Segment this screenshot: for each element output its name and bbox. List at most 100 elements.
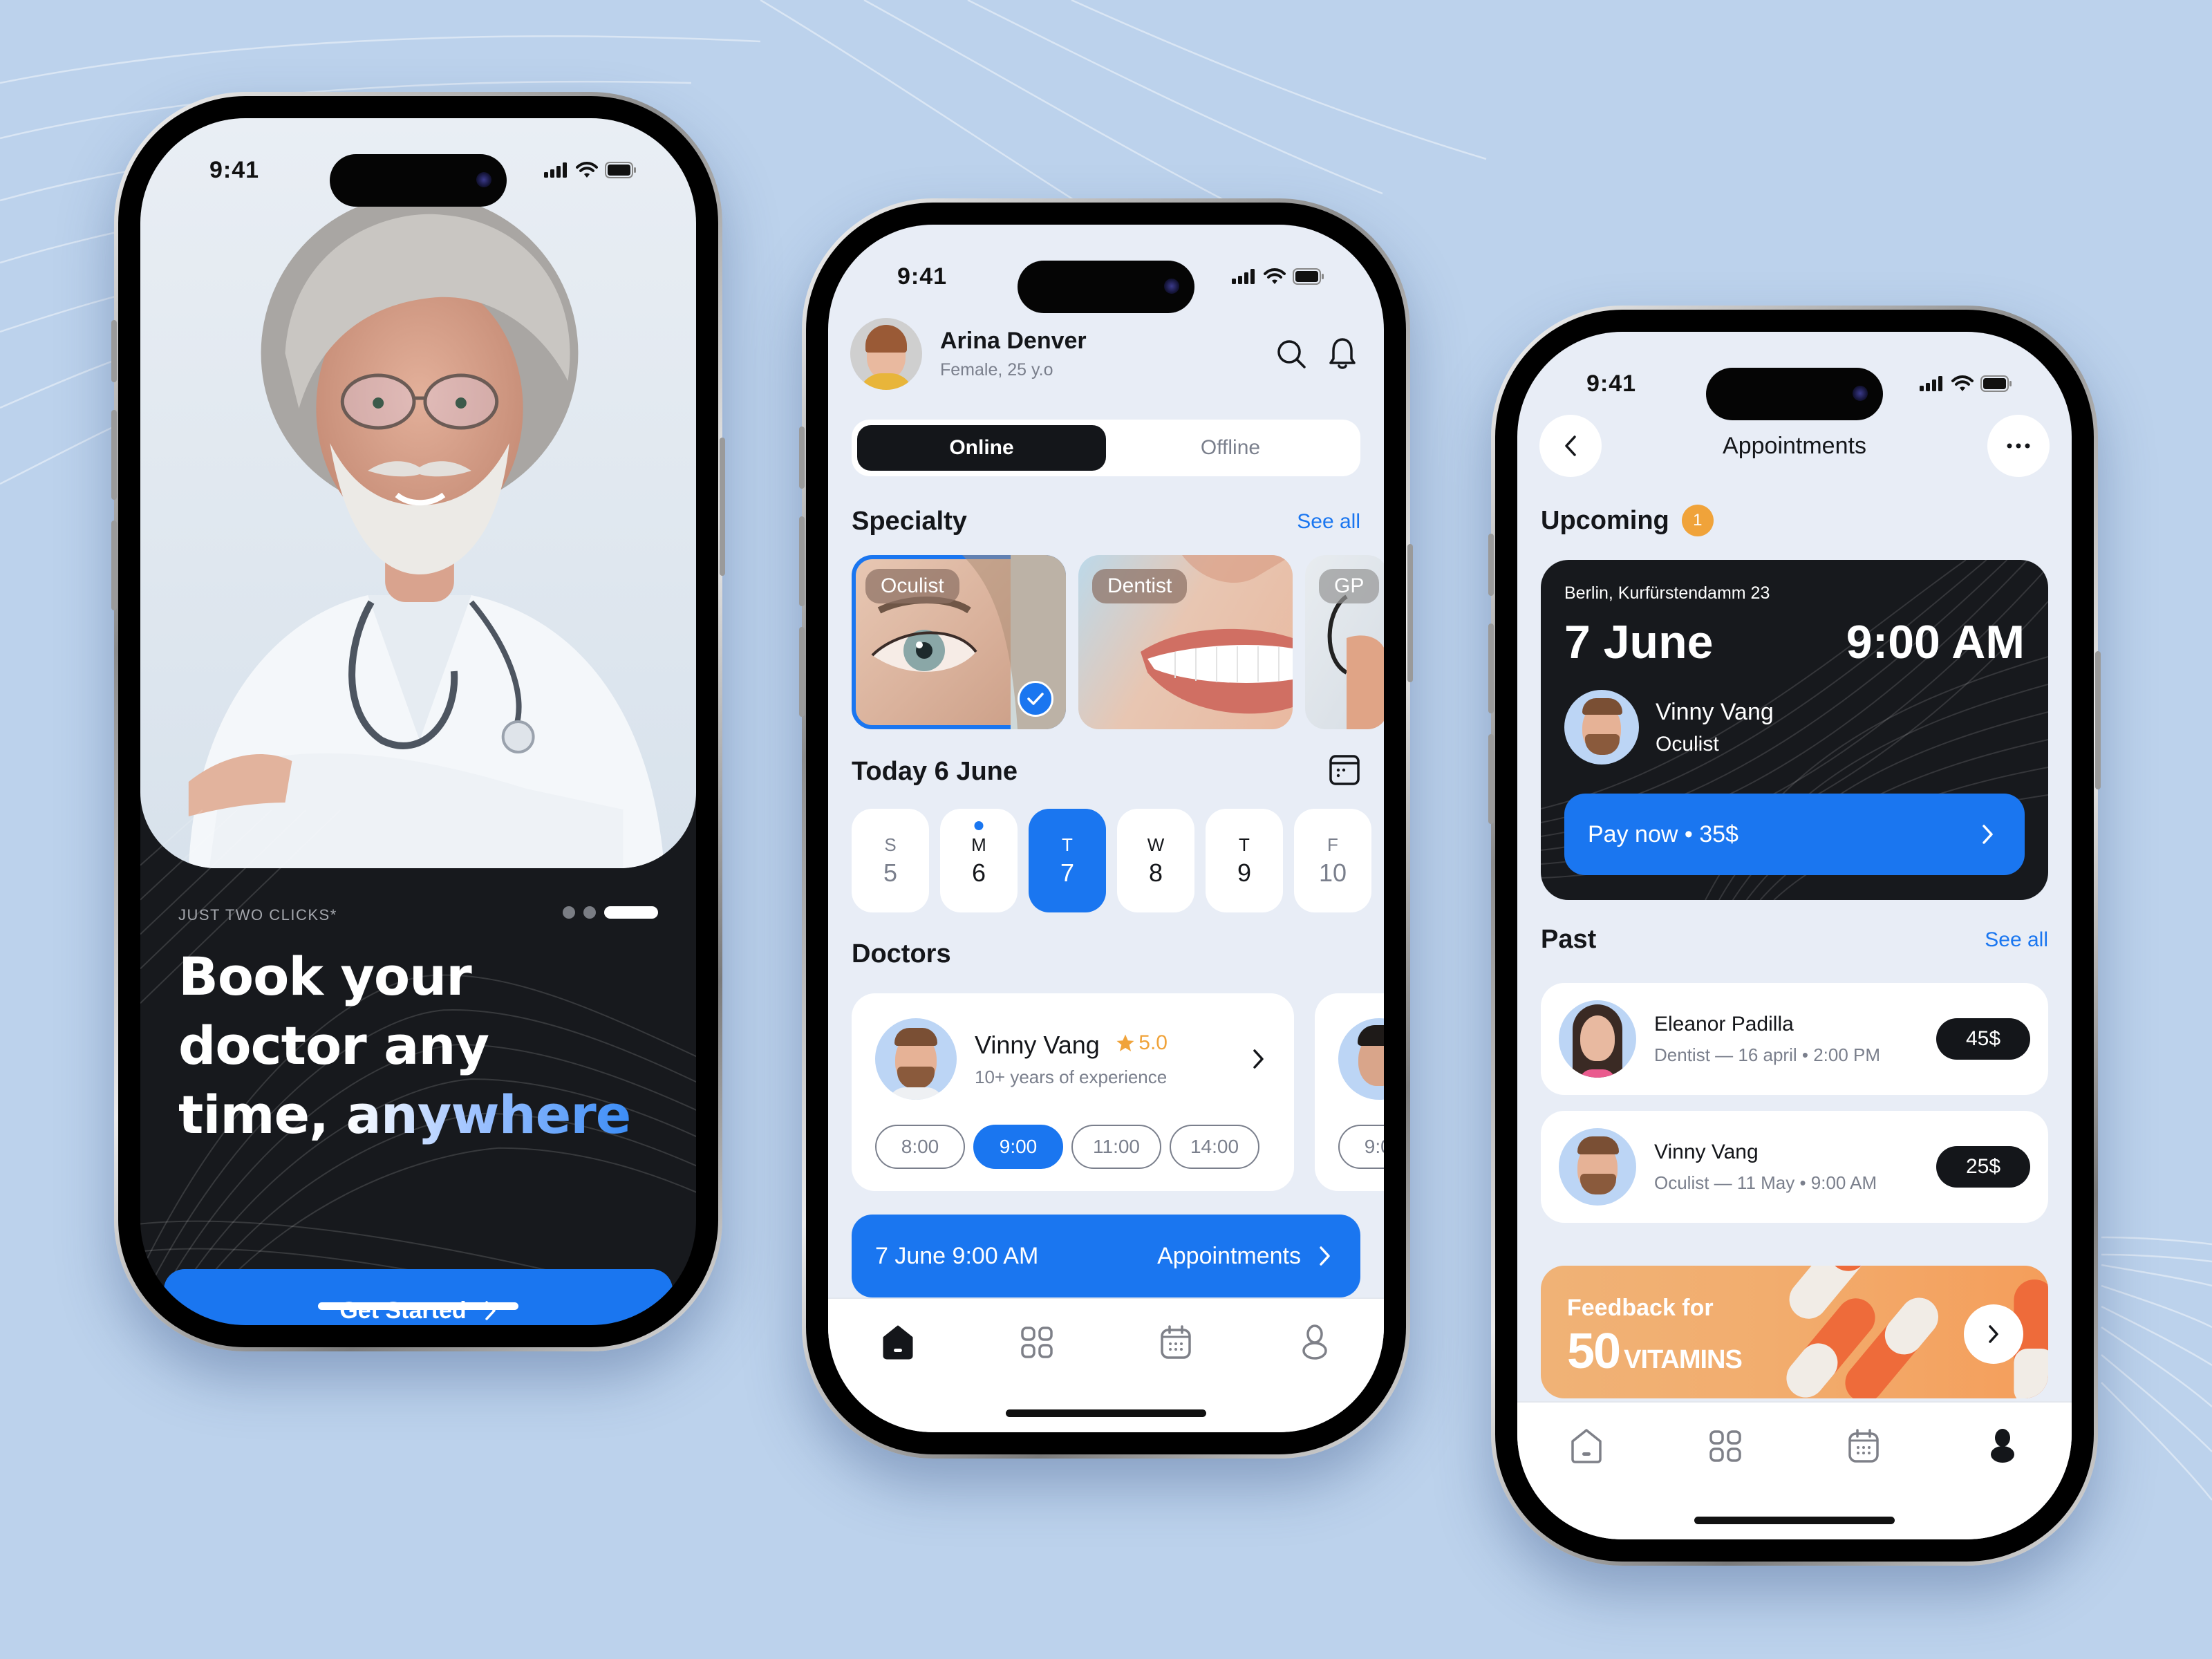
time-slot[interactable]: 11:00 — [1071, 1125, 1161, 1169]
page-indicator[interactable] — [563, 906, 658, 919]
upcoming-count-badge: 1 — [1681, 505, 1714, 536]
tab-profile[interactable] — [1978, 1422, 2027, 1470]
page-dot-active[interactable] — [604, 906, 658, 919]
doctor-avatar — [1559, 1000, 1636, 1078]
get-started-button[interactable]: Get Started — [164, 1269, 673, 1325]
promo-open-button[interactable] — [1964, 1304, 2023, 1364]
avatar-hair — [1358, 1025, 1384, 1046]
bell-icon — [1329, 338, 1356, 369]
specialty-see-all-link[interactable]: See all — [1297, 510, 1360, 534]
time-slots: 8:00 9:00 11:00 14:00 — [875, 1125, 1259, 1169]
specialty-card-gp[interactable]: GP — [1305, 555, 1384, 729]
day-item[interactable]: F 10 — [1294, 809, 1371, 912]
phone-onboarding: 9:41 JUST TWO CLICKS* Book your doctor a… — [111, 92, 725, 1351]
user-name: Arina Denver — [940, 328, 1087, 354]
tab-calendar[interactable] — [1152, 1318, 1200, 1367]
day-item-selected[interactable]: T 7 — [1029, 809, 1106, 912]
tab-home[interactable] — [874, 1318, 922, 1367]
headline-line: doctor any — [178, 1015, 489, 1076]
calendar-icon — [1160, 1325, 1191, 1359]
tab-home[interactable] — [1562, 1422, 1611, 1470]
dynamic-island — [1018, 261, 1194, 313]
power-button — [720, 438, 725, 576]
notifications-button[interactable] — [1322, 333, 1363, 375]
day-item[interactable]: T 9 — [1206, 809, 1283, 912]
doctor-hero-photo — [140, 118, 696, 868]
tab-calendar[interactable] — [1839, 1422, 1888, 1470]
specialty-title: Specialty — [852, 507, 967, 536]
appointment-date: 7 June — [1564, 616, 1714, 668]
profile-icon — [1302, 1324, 1327, 1360]
home-indicator[interactable] — [1006, 1409, 1206, 1417]
calendar-title: Today 6 June — [852, 757, 1018, 786]
user-avatar[interactable] — [850, 318, 922, 390]
doctor-card[interactable]: Vinny Vang 5.0 10+ years of experience 8… — [852, 993, 1294, 1191]
tab-services[interactable] — [1013, 1318, 1061, 1367]
past-appointment-item[interactable]: Eleanor Padilla Dentist — 16 april • 2:0… — [1541, 983, 2048, 1095]
wifi-icon — [1264, 268, 1286, 284]
avatar-hair — [1577, 1136, 1619, 1154]
side-button — [111, 320, 117, 382]
promo-number: 50 — [1567, 1324, 1621, 1379]
upcoming-appointment-card[interactable]: Berlin, Kurfürstendamm 23 7 June 9:00 AM… — [1541, 560, 2048, 900]
vitamins-promo-banner[interactable]: Feedback for 50 VITAMINS — [1541, 1266, 2048, 1398]
specialty-card-oculist[interactable]: Oculist — [852, 555, 1066, 729]
price-badge: 25$ — [1936, 1146, 2030, 1188]
doctor-avatar — [875, 1018, 957, 1100]
headline-text: time, — [178, 1084, 346, 1145]
booking-summary: 7 June 9:00 AM — [875, 1242, 1039, 1269]
day-item[interactable]: M 6 — [940, 809, 1018, 912]
day-of-week: T — [1062, 834, 1073, 855]
promo-text: Feedback for 50 VITAMINS — [1567, 1295, 1743, 1380]
doctor-avatar — [1559, 1128, 1636, 1206]
past-appointment-item[interactable]: Vinny Vang Oculist — 11 May • 9:00 AM 25… — [1541, 1111, 2048, 1223]
avatar-coat — [888, 1087, 944, 1100]
chevron-right-icon[interactable] — [1253, 1049, 1265, 1069]
tab-offline[interactable]: Offline — [1106, 425, 1355, 471]
grid-icon — [1020, 1327, 1053, 1358]
home-indicator[interactable] — [1694, 1517, 1895, 1524]
appointment-doctor: Vinny Vang Oculist — [1564, 690, 1774, 765]
time-slot[interactable]: 8:00 — [875, 1125, 965, 1169]
side-button — [799, 427, 805, 489]
doctor-experience: 10+ years of experience — [975, 1066, 1168, 1087]
day-of-week: W — [1147, 834, 1165, 855]
wifi-icon — [1951, 375, 1974, 391]
time-slot-selected[interactable]: 9:00 — [973, 1125, 1063, 1169]
more-options-button[interactable] — [1987, 415, 2050, 477]
avatar-beard — [1585, 734, 1620, 755]
search-button[interactable] — [1271, 333, 1312, 375]
battery-icon — [605, 162, 636, 178]
pay-now-button[interactable]: Pay now • 35$ — [1564, 794, 2025, 875]
today-marker — [974, 821, 984, 830]
appointment-time: 9:00 AM — [1846, 616, 2025, 668]
day-item[interactable]: S 5 — [852, 809, 929, 912]
tab-services[interactable] — [1701, 1422, 1750, 1470]
back-button[interactable] — [1539, 415, 1602, 477]
open-calendar-button[interactable] — [1329, 754, 1360, 789]
pay-now-label: Pay now • 35$ — [1588, 821, 1738, 847]
chevron-right-icon — [1320, 1246, 1330, 1266]
specialty-card-dentist[interactable]: Dentist — [1078, 555, 1293, 729]
tab-online[interactable]: Online — [857, 425, 1106, 471]
doctor-card[interactable]: 9:00 — [1315, 993, 1384, 1191]
selected-check-badge — [1018, 681, 1053, 717]
day-item[interactable]: W 8 — [1117, 809, 1194, 912]
check-icon — [1027, 693, 1044, 705]
time-slot[interactable]: 9:00 — [1338, 1125, 1384, 1169]
time-slot[interactable]: 14:00 — [1170, 1125, 1259, 1169]
headline-accent: anywhere — [346, 1084, 631, 1145]
home-indicator[interactable] — [318, 1302, 518, 1310]
tab-profile[interactable] — [1291, 1318, 1339, 1367]
past-see-all-link[interactable]: See all — [1985, 928, 2048, 952]
specialty-chip: Oculist — [865, 569, 959, 603]
page-dot[interactable] — [583, 906, 596, 919]
appointments-label: Appointments — [1157, 1242, 1301, 1269]
top-navigation: Appointments — [1539, 415, 2050, 477]
volume-up-button — [799, 516, 805, 606]
signal-icon — [1920, 376, 1942, 391]
page-dot[interactable] — [563, 906, 575, 919]
appointments-button[interactable]: 7 June 9:00 AM Appointments — [852, 1215, 1360, 1297]
battery-icon — [1980, 375, 2012, 392]
dynamic-island — [330, 154, 507, 207]
